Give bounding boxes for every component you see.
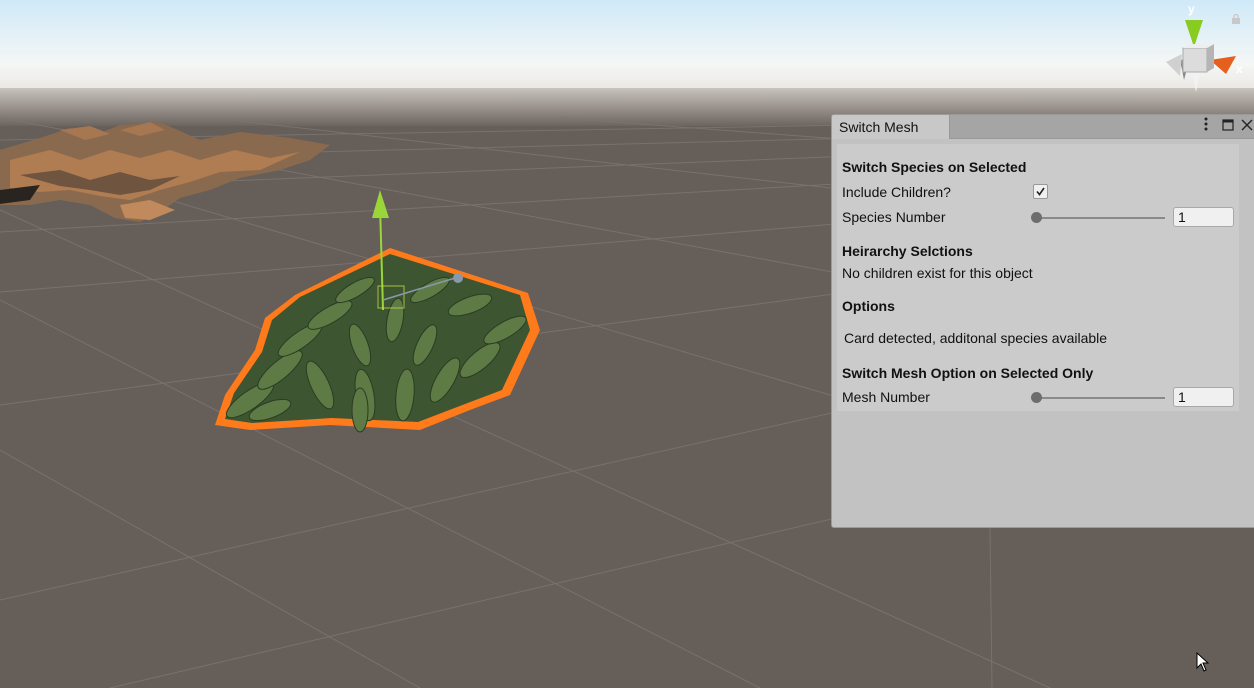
species-number-label: Species Number xyxy=(842,209,946,225)
species-number-slider-thumb[interactable] xyxy=(1031,212,1042,223)
window-content: Switch Species on Selected Include Child… xyxy=(837,144,1239,411)
mesh-number-label: Mesh Number xyxy=(842,389,930,405)
kebab-menu-icon[interactable] xyxy=(1197,117,1215,137)
species-number-slider[interactable] xyxy=(1037,217,1165,219)
scene-orientation-gizmo[interactable]: y x xyxy=(1150,0,1254,95)
axis-x-label: x xyxy=(1236,62,1243,76)
species-number-field[interactable]: 1 xyxy=(1173,207,1234,227)
mouse-cursor-icon xyxy=(1196,651,1210,677)
axis-y-label: y xyxy=(1188,2,1195,16)
include-children-label: Include Children? xyxy=(842,184,951,200)
window-titlebar[interactable]: Switch Mesh xyxy=(832,115,1254,139)
maximize-icon[interactable] xyxy=(1219,117,1237,137)
lock-icon[interactable] xyxy=(1231,11,1241,24)
close-icon[interactable] xyxy=(1238,117,1254,137)
tab-switch-mesh[interactable]: Switch Mesh xyxy=(832,115,950,139)
section-header-species: Switch Species on Selected xyxy=(842,159,1027,175)
options-message: Card detected, additonal species availab… xyxy=(844,330,1108,346)
mesh-number-field[interactable]: 1 xyxy=(1173,387,1234,407)
switch-mesh-window[interactable]: Switch Mesh Switch Species on Selected I… xyxy=(831,114,1254,528)
include-children-checkbox[interactable] xyxy=(1033,184,1048,199)
section-header-options: Options xyxy=(842,298,895,314)
section-header-hierarchy: Heirarchy Selctions xyxy=(842,243,973,259)
checkmark-icon xyxy=(1036,187,1045,196)
mesh-number-slider[interactable] xyxy=(1037,397,1165,399)
hierarchy-message: No children exist for this object xyxy=(842,265,1033,281)
section-header-mesh: Switch Mesh Option on Selected Only xyxy=(842,365,1094,381)
sky xyxy=(0,0,1254,92)
mesh-number-slider-thumb[interactable] xyxy=(1031,392,1042,403)
